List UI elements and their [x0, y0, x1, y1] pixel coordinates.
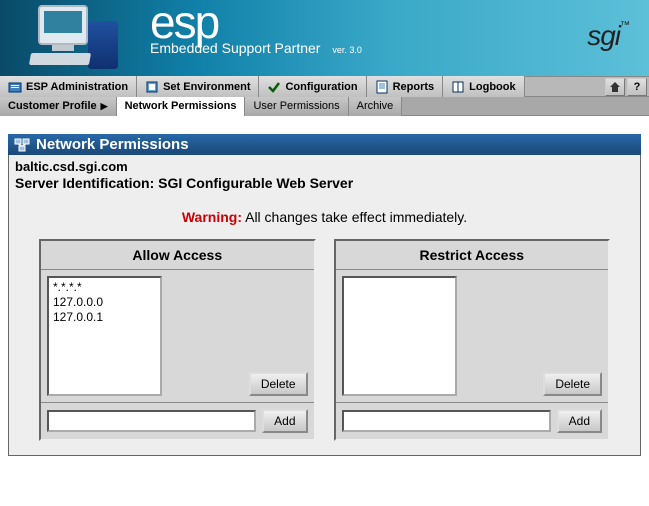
tab-network-permissions[interactable]: Network Permissions [117, 97, 246, 116]
home-button[interactable] [605, 78, 625, 96]
nav-label: Logbook [469, 81, 515, 93]
reports-icon [375, 80, 389, 94]
list-item[interactable]: 127.0.0.0 [51, 295, 158, 310]
panel-title-bar: Network Permissions [8, 134, 641, 155]
restrict-add-button[interactable]: Add [557, 409, 602, 433]
list-item[interactable]: *.*.*.* [51, 280, 158, 295]
logbook-icon [451, 80, 465, 94]
tab-label: Archive [357, 100, 394, 112]
allow-access-title: Allow Access [41, 241, 314, 270]
nav-esp-administration[interactable]: ESP Administration [0, 76, 137, 97]
access-row: Allow Access *.*.*.*127.0.0.0127.0.0.1 D… [15, 239, 634, 441]
nav-set-environment[interactable]: Set Environment [137, 76, 259, 97]
question-icon: ? [634, 81, 641, 93]
restrict-access-title: Restrict Access [336, 241, 609, 270]
tab-label: Network Permissions [125, 100, 237, 112]
nav-configuration[interactable]: Configuration [259, 76, 366, 97]
nav-label: Reports [393, 81, 435, 93]
help-button[interactable]: ? [627, 78, 647, 96]
admin-icon [8, 80, 22, 94]
content: Network Permissions baltic.csd.sgi.com S… [0, 116, 649, 466]
nav-primary: ESP Administration Set Environment Confi… [0, 76, 649, 97]
product-version: ver. 3.0 [332, 45, 362, 55]
nav-logbook[interactable]: Logbook [443, 76, 524, 97]
vendor-logo: sgi™ [587, 20, 629, 52]
restrict-delete-button[interactable]: Delete [543, 372, 602, 396]
computer-graphic [10, 3, 140, 73]
nav-label: Set Environment [163, 81, 250, 93]
allow-add-input[interactable] [47, 410, 256, 432]
header-banner: esp Embedded Support Partner ver. 3.0 sg… [0, 0, 649, 76]
warning-line: Warning: All changes take effect immedia… [15, 209, 634, 225]
server-identification: Server Identification: SGI Configurable … [15, 175, 634, 191]
list-item[interactable]: 127.0.0.1 [51, 310, 158, 325]
panel-title: Network Permissions [36, 136, 189, 153]
allow-access-box: Allow Access *.*.*.*127.0.0.0127.0.0.1 D… [39, 239, 316, 441]
environment-icon [145, 80, 159, 94]
server-hostname: baltic.csd.sgi.com [15, 159, 634, 174]
warning-label: Warning: [182, 209, 242, 225]
panel-body: baltic.csd.sgi.com Server Identification… [8, 155, 641, 456]
tab-label: Customer Profile [8, 100, 97, 112]
restrict-access-box: Restrict Access Delete Add [334, 239, 611, 441]
allow-delete-button[interactable]: Delete [249, 372, 308, 396]
chevron-right-icon: ▶ [101, 97, 108, 116]
product-subtitle: Embedded Support Partner ver. 3.0 [150, 40, 362, 56]
nav-reports[interactable]: Reports [367, 76, 444, 97]
tab-customer-profile[interactable]: Customer Profile ▶ [0, 97, 117, 116]
product-name: esp [150, 2, 362, 42]
home-icon [609, 81, 621, 93]
product-title-block: esp Embedded Support Partner ver. 3.0 [150, 2, 362, 56]
nav-label: Configuration [285, 81, 357, 93]
allow-add-button[interactable]: Add [262, 409, 307, 433]
nav-secondary: Customer Profile ▶ Network Permissions Us… [0, 97, 649, 116]
network-icon [14, 138, 30, 152]
restrict-listbox[interactable] [342, 276, 457, 396]
check-icon [267, 80, 281, 94]
allow-listbox[interactable]: *.*.*.*127.0.0.0127.0.0.1 [47, 276, 162, 396]
tab-label: User Permissions [253, 100, 339, 112]
tab-archive[interactable]: Archive [349, 97, 403, 116]
tab-user-permissions[interactable]: User Permissions [245, 97, 348, 116]
warning-text: All changes take effect immediately. [245, 209, 467, 225]
nav-label: ESP Administration [26, 81, 128, 93]
restrict-add-input[interactable] [342, 410, 551, 432]
